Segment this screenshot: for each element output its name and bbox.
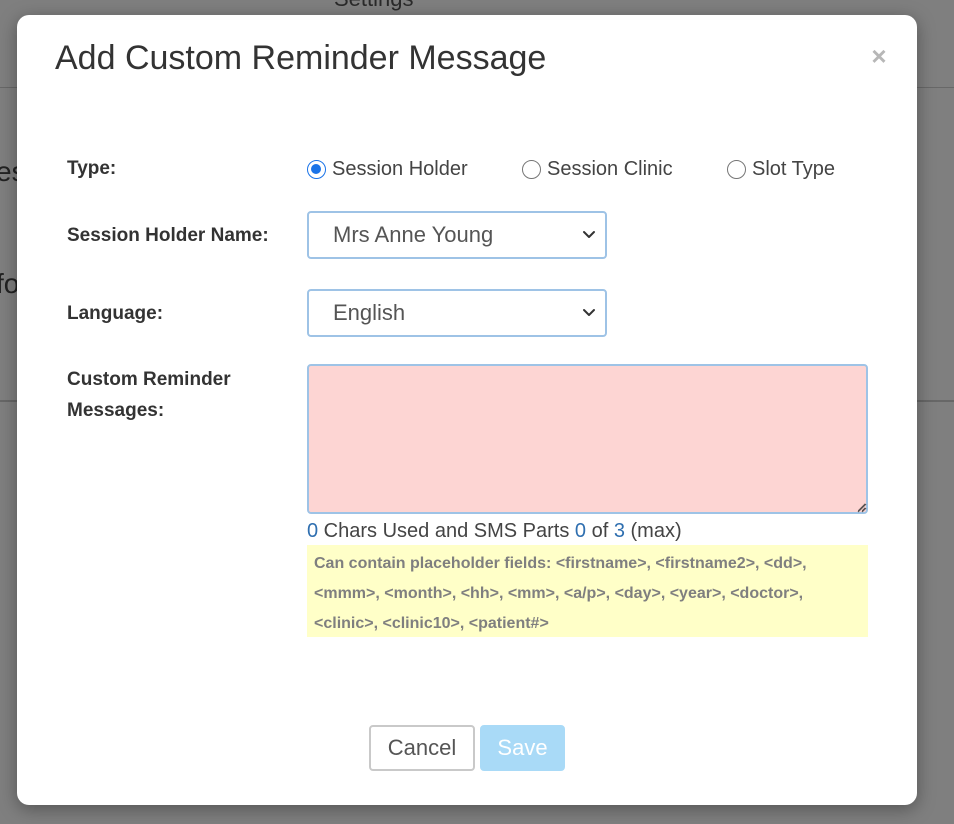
chevron-down-icon (583, 231, 595, 238)
session-holder-select[interactable]: Mrs Anne Young (307, 211, 607, 259)
sms-parts-max: 3 (613, 520, 625, 542)
custom-messages-label: Custom Reminder Messages: (67, 369, 231, 421)
radio-label: Session Holder (332, 157, 468, 180)
radio-button[interactable] (307, 159, 326, 179)
cancel-button[interactable]: Cancel (369, 725, 475, 771)
language-select[interactable]: English (307, 289, 607, 337)
type-radio-session-holder[interactable]: Session Holder (307, 156, 468, 182)
session-holder-value: Mrs Anne Young (333, 222, 494, 247)
sms-parts-count: 0 (574, 520, 587, 542)
radio-label: Slot Type (752, 157, 836, 180)
chevron-down-icon (583, 309, 595, 316)
custom-message-textarea[interactable] (307, 364, 868, 514)
counter-text: of (586, 520, 614, 542)
save-button[interactable]: Save (480, 725, 565, 771)
radio-button[interactable] (522, 159, 541, 179)
radio-button[interactable] (727, 159, 746, 179)
session-holder-label: Session Holder Name: (67, 225, 269, 246)
type-radio-session-clinic[interactable]: Session Clinic (522, 156, 673, 182)
placeholder-hint: Can contain placeholder fields: <firstna… (307, 545, 868, 637)
type-label: Type: (67, 158, 117, 179)
add-reminder-modal: Add Custom Reminder Message × Type: Sess… (17, 15, 917, 805)
radio-label: Session Clinic (547, 157, 673, 180)
type-radio-slot-type[interactable]: Slot Type (727, 156, 835, 182)
counter-text: Chars Used and SMS Parts (318, 520, 575, 542)
character-counter: 0 Chars Used and SMS Parts 0 of 3 (max) (307, 517, 682, 545)
resize-grip-icon[interactable] (855, 501, 867, 513)
chars-used-count: 0 (307, 520, 319, 542)
counter-text: (max) (624, 520, 682, 542)
language-value: English (333, 300, 406, 325)
language-label: Language: (67, 303, 164, 324)
modal-title: Add Custom Reminder Message (55, 39, 547, 77)
close-icon[interactable]: × (868, 41, 890, 71)
